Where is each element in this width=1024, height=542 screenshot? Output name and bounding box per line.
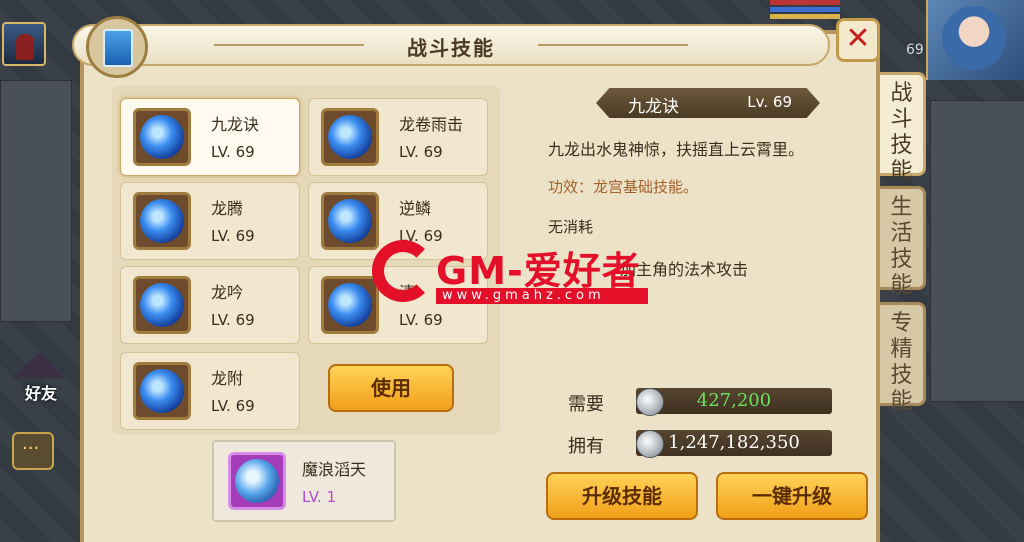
watermark-url: www.gmahz.com [436, 288, 648, 304]
use-button[interactable]: 使用 [328, 364, 454, 412]
silver-coin-icon [636, 430, 664, 458]
skill-name: 九龙诀 [211, 115, 260, 134]
magic-wave-icon [228, 452, 286, 510]
panel-title: 战斗技能 [407, 36, 495, 60]
water-skill-icon [321, 276, 379, 334]
player-avatar[interactable] [2, 22, 46, 66]
skill-name: 逆鳞 [399, 199, 432, 218]
scale-skill-icon [321, 192, 379, 250]
friends-label: 好友 [24, 384, 57, 403]
special-skill-level: LV. 1 [302, 488, 337, 506]
skill-slot-1[interactable]: 九龙诀 LV. 69 [120, 98, 300, 176]
have-bar: 1,247,182,350 [636, 430, 832, 456]
skill-name: 龙附 [211, 369, 244, 388]
skill-level: LV. 69 [211, 143, 255, 161]
upgrade-skill-button[interactable]: 升级技能 [546, 472, 698, 520]
friends-button[interactable]: 好友 [12, 350, 66, 404]
one-click-upgrade-button[interactable]: 一键升级 [716, 472, 868, 520]
close-button[interactable]: ✕ [836, 18, 880, 62]
skill-level: LV. 69 [399, 143, 443, 161]
skill-slot-5[interactable]: 龙吟 LV. 69 [120, 266, 300, 344]
skill-slot-7[interactable]: 龙附 LV. 69 [120, 352, 300, 430]
skill-name: 龙卷雨击 [399, 115, 464, 134]
watermark-logo-icon [372, 240, 434, 302]
skill-slot-2[interactable]: 龙卷雨击 LV. 69 [308, 98, 488, 176]
have-label: 拥有 [568, 436, 604, 457]
skill-effect: 功效：龙宫基础技能。 [548, 178, 699, 196]
tab-specialty-skills[interactable]: 专精技能 [880, 302, 926, 414]
dragon-rise-icon [133, 192, 191, 250]
dragon-skill-icon [133, 108, 191, 166]
tab-combat-skills[interactable]: 战斗技能 [880, 72, 926, 184]
scene-wall [0, 80, 72, 322]
special-skill-name: 魔浪滔天 [302, 460, 367, 479]
need-bar: 427,200 [636, 388, 832, 414]
skill-name: 龙吟 [211, 283, 244, 302]
special-skill-slot[interactable]: 魔浪滔天 LV. 1 [212, 440, 396, 522]
detail-skill-level: Lv. 69 [747, 93, 792, 111]
storm-skill-icon [321, 108, 379, 166]
skill-level: LV. 69 [211, 311, 255, 329]
skill-book-icon [86, 16, 148, 78]
detail-skill-name: 九龙诀 [628, 97, 679, 117]
watermark-brand: GM-爱好者 [436, 249, 641, 293]
scene-wall [930, 100, 1024, 402]
skill-name: 龙腾 [211, 199, 244, 218]
need-value: 427,200 [696, 390, 772, 411]
skill-description: 九龙出水鬼神惊，扶摇直上云霄里。 [548, 140, 805, 159]
watermark: GM-爱好者 www.gmahz.com [372, 240, 648, 314]
dragon-roar-icon [133, 276, 191, 334]
skill-level: LV. 69 [211, 397, 255, 415]
status-bars [770, 0, 840, 19]
need-label: 需要 [568, 394, 604, 415]
title-ornament-right [538, 44, 688, 46]
wizard-hat-icon [14, 352, 64, 378]
tab-life-skills[interactable]: 生活技能 [880, 186, 926, 298]
hud-level: 69 [906, 42, 924, 58]
skill-cost: 无消耗 [548, 218, 594, 236]
wave-skill-icon [133, 362, 191, 420]
target-portrait[interactable] [926, 0, 1024, 80]
title-bar: 战斗技能 [72, 24, 830, 66]
detail-header: 九龙诀 Lv. 69 [596, 88, 820, 118]
silver-coin-icon [636, 388, 664, 416]
skill-slot-3[interactable]: 龙腾 LV. 69 [120, 182, 300, 260]
have-value: 1,247,182,350 [668, 432, 800, 453]
portrait-face [942, 6, 1006, 70]
skill-level: LV. 69 [211, 227, 255, 245]
chat-icon[interactable] [12, 432, 54, 470]
